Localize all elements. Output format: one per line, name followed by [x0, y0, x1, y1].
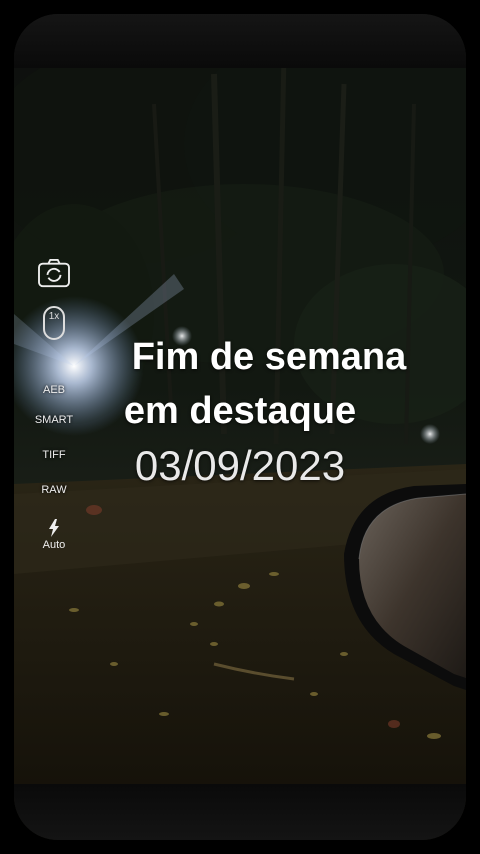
flash-toggle[interactable]: Auto — [42, 519, 66, 551]
camera-switch-icon[interactable] — [37, 258, 71, 288]
bottom-bar — [14, 784, 466, 840]
flash-label: Auto — [42, 539, 66, 551]
headline-overlay: Fim de semana em destaque 03/09/2023 — [0, 330, 480, 494]
top-bar — [14, 14, 466, 68]
flash-icon — [48, 519, 59, 537]
headline-line1: Fim de semana — [131, 336, 407, 378]
headline-date: 03/09/2023 — [134, 442, 346, 489]
headline-line2: em destaque — [123, 390, 357, 432]
